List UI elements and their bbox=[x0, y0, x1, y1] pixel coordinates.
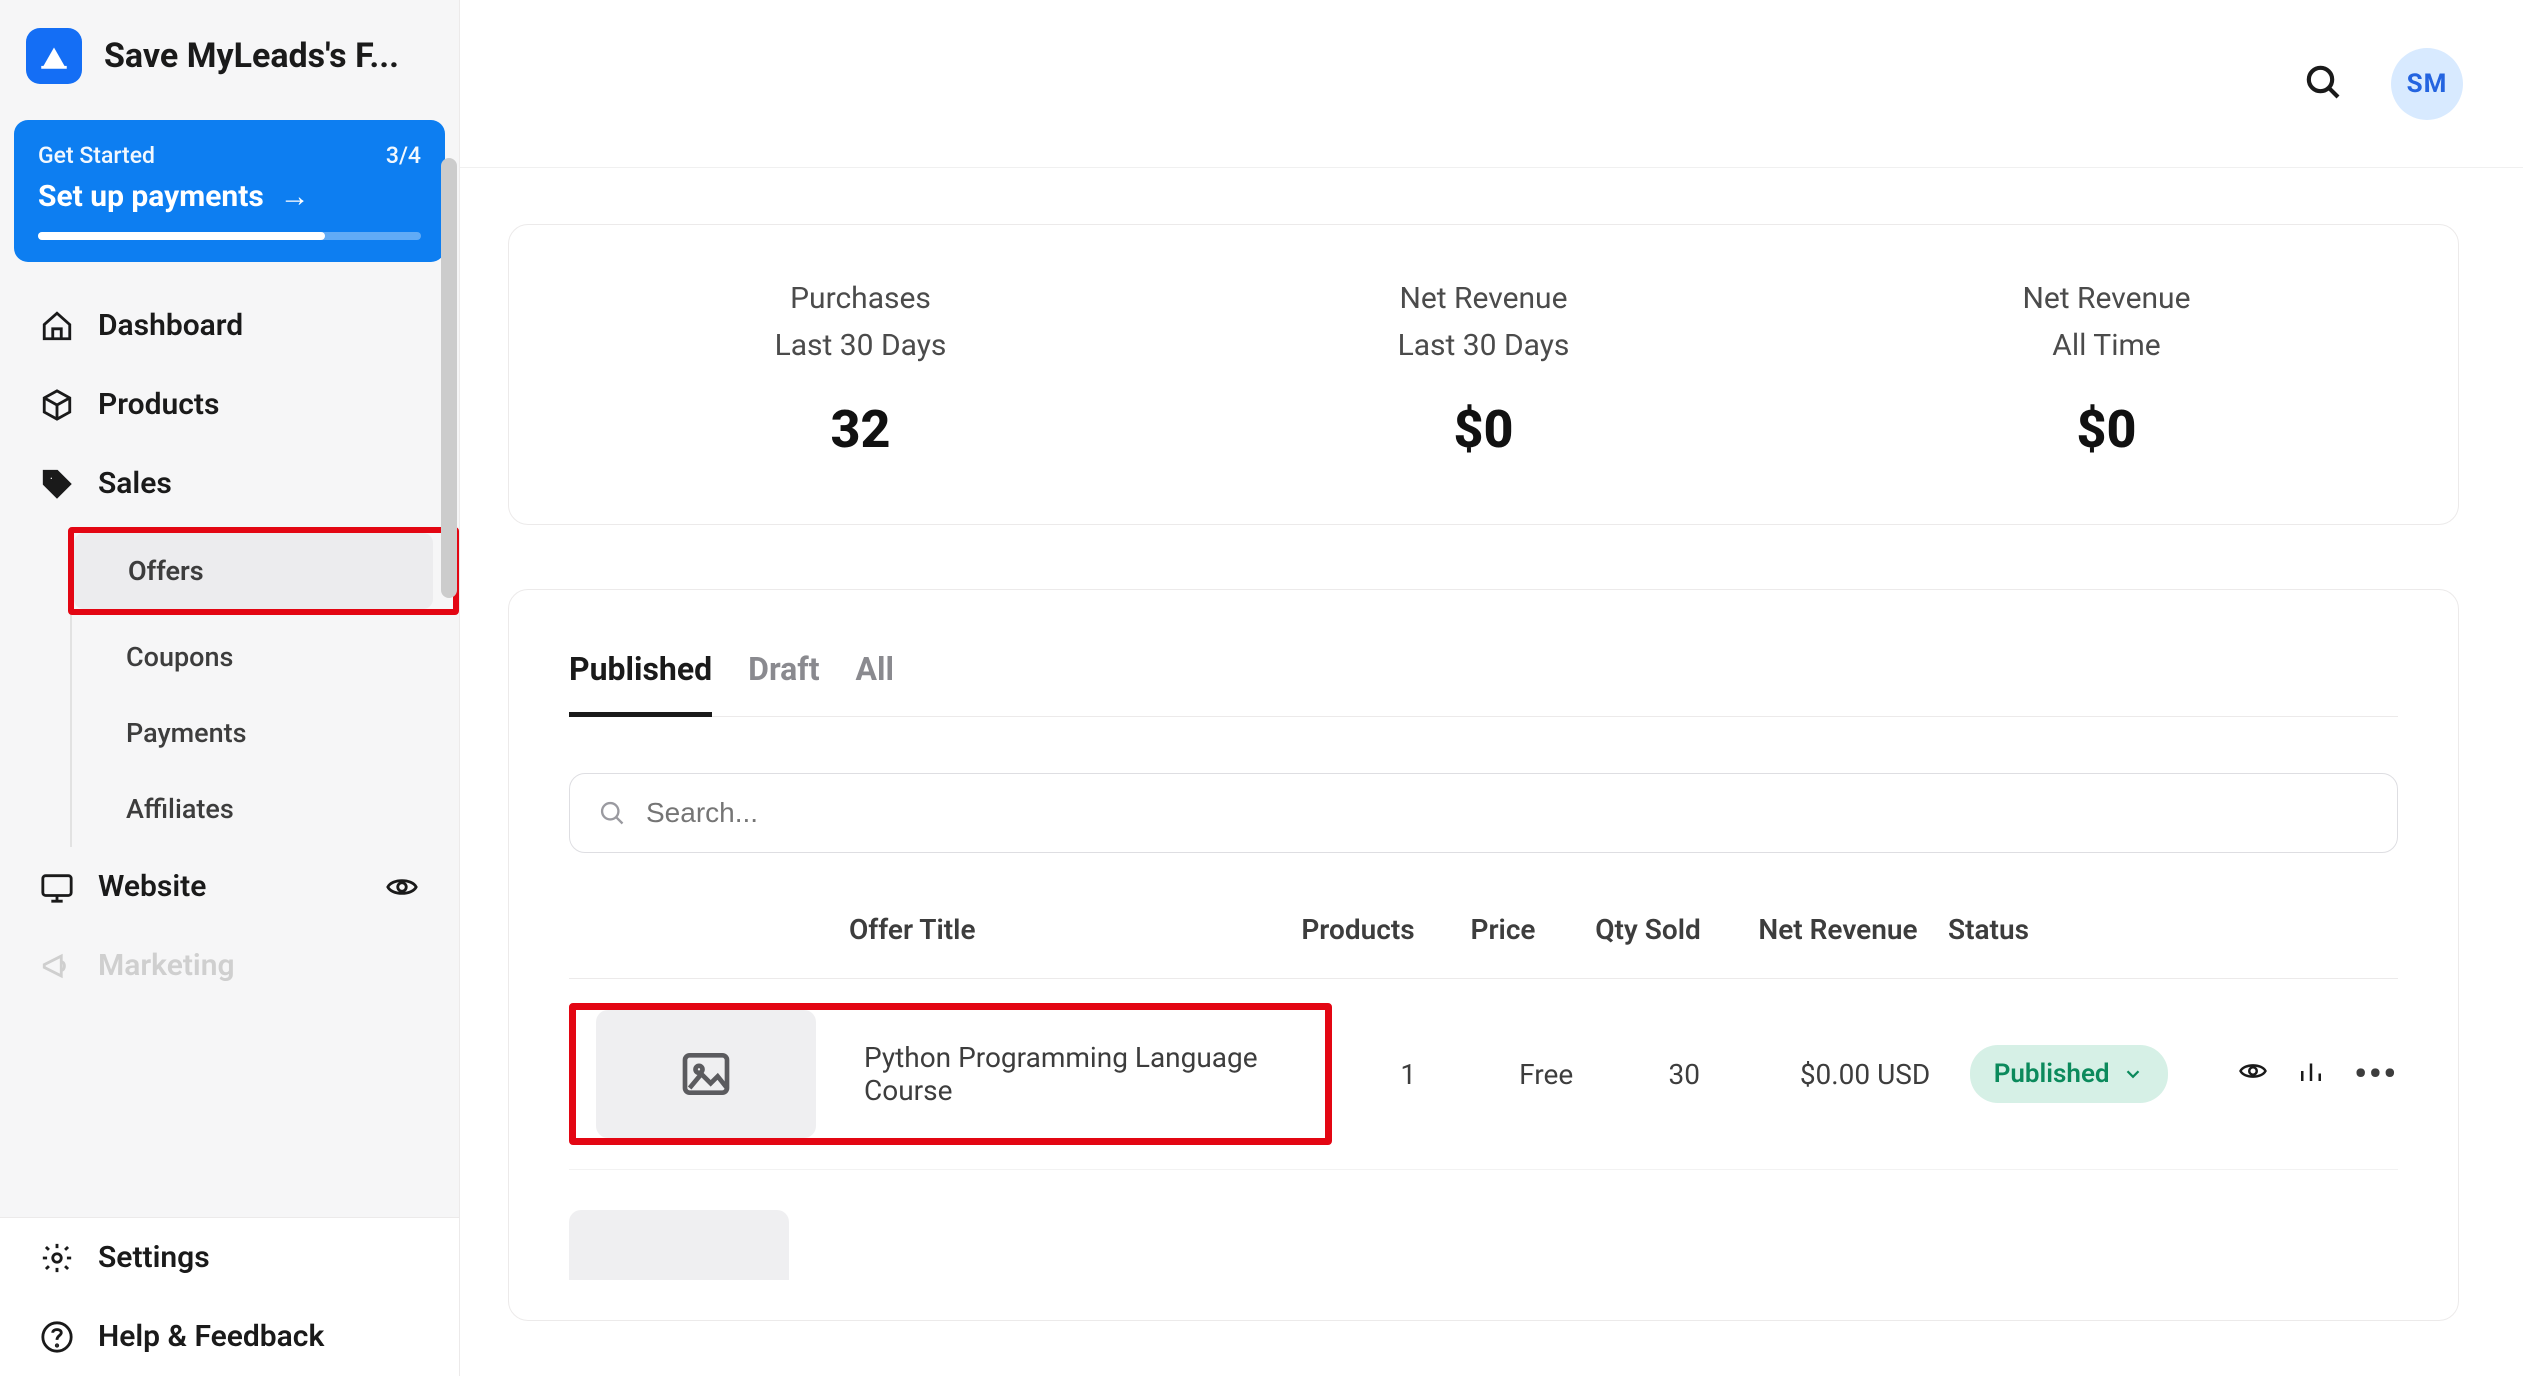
more-button[interactable]: ••• bbox=[2354, 1054, 2398, 1094]
offer-revenue: $0.00 USD bbox=[1760, 1058, 1969, 1091]
th-revenue: Net Revenue bbox=[1728, 913, 1948, 946]
eye-icon[interactable] bbox=[385, 870, 419, 904]
preview-button[interactable] bbox=[2238, 1056, 2268, 1093]
app-title: Save MyLeads's F... bbox=[104, 36, 399, 76]
sidebar-item-marketing[interactable]: Marketing bbox=[0, 926, 459, 1005]
highlight-row-left: Python Programming Language Course bbox=[569, 1003, 1332, 1145]
sidebar-item-label: Affiliates bbox=[126, 793, 234, 825]
chevron-down-icon bbox=[2122, 1063, 2144, 1085]
tab-draft[interactable]: Draft bbox=[748, 650, 819, 716]
tabs: Published Draft All bbox=[569, 650, 2398, 717]
offers-search-row bbox=[569, 773, 2398, 853]
sidebar-sub-offers[interactable]: Offers bbox=[74, 533, 433, 609]
offer-qty: 30 bbox=[1608, 1058, 1760, 1091]
stat-sub: All Time bbox=[1795, 328, 2418, 363]
content: Purchases Last 30 Days 32 Net Revenue La… bbox=[460, 168, 2523, 1376]
sidebar-sub-payments[interactable]: Payments bbox=[72, 695, 459, 771]
offers-table: Offer Title Products Price Qty Sold Net … bbox=[569, 913, 2398, 1280]
search-input[interactable] bbox=[646, 797, 2369, 829]
offer-title: Python Programming Language Course bbox=[816, 1041, 1325, 1107]
sidebar-item-label: Help & Feedback bbox=[98, 1319, 324, 1354]
sidebar-sub-coupons[interactable]: Coupons bbox=[72, 619, 459, 695]
sidebar-item-label: Settings bbox=[98, 1240, 210, 1275]
home-icon bbox=[40, 309, 74, 343]
avatar[interactable]: SM bbox=[2391, 48, 2463, 120]
help-icon bbox=[40, 1320, 74, 1354]
monitor-icon bbox=[40, 870, 74, 904]
sidebar-item-label: Dashboard bbox=[98, 308, 243, 343]
sidebar-bottom: Settings Help & Feedback bbox=[0, 1217, 459, 1376]
stat-purchases: Purchases Last 30 Days 32 bbox=[549, 281, 1172, 460]
sidebar-scrollbar[interactable] bbox=[441, 158, 457, 598]
sales-submenu: Offers Coupons Payments Affiliates bbox=[70, 527, 459, 847]
sidebar-item-products[interactable]: Products bbox=[0, 365, 459, 444]
sidebar-header: Save MyLeads's F... bbox=[0, 0, 459, 120]
offers-card: Published Draft All Offer Title Products bbox=[508, 589, 2459, 1321]
th-title: Offer Title bbox=[849, 913, 1278, 946]
search-button[interactable] bbox=[2303, 62, 2343, 106]
stat-sub: Last 30 Days bbox=[549, 328, 1172, 363]
megaphone-icon bbox=[40, 949, 74, 983]
get-started-card[interactable]: Get Started 3/4 Set up payments → bbox=[14, 120, 445, 262]
sidebar-item-label: Website bbox=[98, 869, 206, 904]
th-products: Products bbox=[1278, 913, 1438, 946]
sidebar-item-settings[interactable]: Settings bbox=[0, 1218, 459, 1297]
th-qty: Qty Sold bbox=[1568, 913, 1728, 946]
stat-value: $0 bbox=[1795, 399, 2418, 460]
stat-value: 32 bbox=[549, 399, 1172, 460]
sidebar-item-website[interactable]: Website bbox=[0, 847, 459, 926]
stat-net-revenue-all: Net Revenue All Time $0 bbox=[1795, 281, 2418, 460]
sidebar-item-sales[interactable]: Sales bbox=[0, 444, 459, 523]
sidebar-sub-affiliates[interactable]: Affiliates bbox=[72, 771, 459, 847]
stat-value: $0 bbox=[1172, 399, 1795, 460]
highlight-offers: Offers bbox=[68, 527, 459, 615]
get-started-progress-bar bbox=[38, 232, 421, 240]
stats-card: Purchases Last 30 Days 32 Net Revenue La… bbox=[508, 224, 2459, 525]
get-started-label: Get Started bbox=[38, 142, 155, 169]
stat-title: Purchases bbox=[549, 281, 1172, 316]
tab-published[interactable]: Published bbox=[569, 650, 712, 716]
sidebar-item-label: Products bbox=[98, 387, 219, 422]
status-text: Published bbox=[1994, 1059, 2110, 1089]
sidebar-item-label: Offers bbox=[128, 555, 204, 587]
offer-products: 1 bbox=[1332, 1058, 1484, 1091]
tag-icon bbox=[40, 467, 74, 501]
get-started-action: Set up payments bbox=[38, 179, 264, 214]
table-header: Offer Title Products Price Qty Sold Net … bbox=[569, 913, 2398, 979]
search-icon bbox=[598, 799, 626, 827]
status-badge[interactable]: Published bbox=[1970, 1045, 2168, 1103]
sidebar-item-help[interactable]: Help & Feedback bbox=[0, 1297, 459, 1376]
stats-button[interactable] bbox=[2296, 1056, 2326, 1093]
gear-icon bbox=[40, 1241, 74, 1275]
arrow-right-icon: → bbox=[280, 179, 310, 214]
app-logo[interactable] bbox=[26, 28, 82, 84]
offer-thumbnail-partial bbox=[569, 1210, 789, 1280]
sidebar-item-label: Coupons bbox=[126, 641, 233, 673]
avatar-initials: SM bbox=[2407, 69, 2448, 99]
th-price: Price bbox=[1438, 913, 1568, 946]
sidebar-item-label: Payments bbox=[126, 717, 247, 749]
th-status: Status bbox=[1948, 913, 2178, 946]
main: SM Purchases Last 30 Days 32 Net Revenue… bbox=[460, 0, 2523, 1376]
search-input-wrap[interactable] bbox=[569, 773, 2398, 853]
get-started-progress: 3/4 bbox=[386, 142, 421, 169]
sidebar-item-dashboard[interactable]: Dashboard bbox=[0, 286, 459, 365]
tab-all[interactable]: All bbox=[856, 650, 894, 716]
stat-net-revenue-30: Net Revenue Last 30 Days $0 bbox=[1172, 281, 1795, 460]
offer-price: Free bbox=[1484, 1058, 1608, 1091]
topbar: SM bbox=[460, 0, 2523, 168]
table-row-next bbox=[569, 1210, 2398, 1280]
stat-title: Net Revenue bbox=[1795, 281, 2418, 316]
sidebar-item-label: Marketing bbox=[98, 948, 235, 983]
stat-sub: Last 30 Days bbox=[1172, 328, 1795, 363]
sidebar-item-label: Sales bbox=[98, 466, 172, 501]
sidebar: Save MyLeads's F... Get Started 3/4 Set … bbox=[0, 0, 460, 1376]
table-row[interactable]: Python Programming Language Course 1 Fre… bbox=[569, 979, 2398, 1170]
stat-title: Net Revenue bbox=[1172, 281, 1795, 316]
offer-thumbnail bbox=[596, 1010, 816, 1138]
box-icon bbox=[40, 388, 74, 422]
